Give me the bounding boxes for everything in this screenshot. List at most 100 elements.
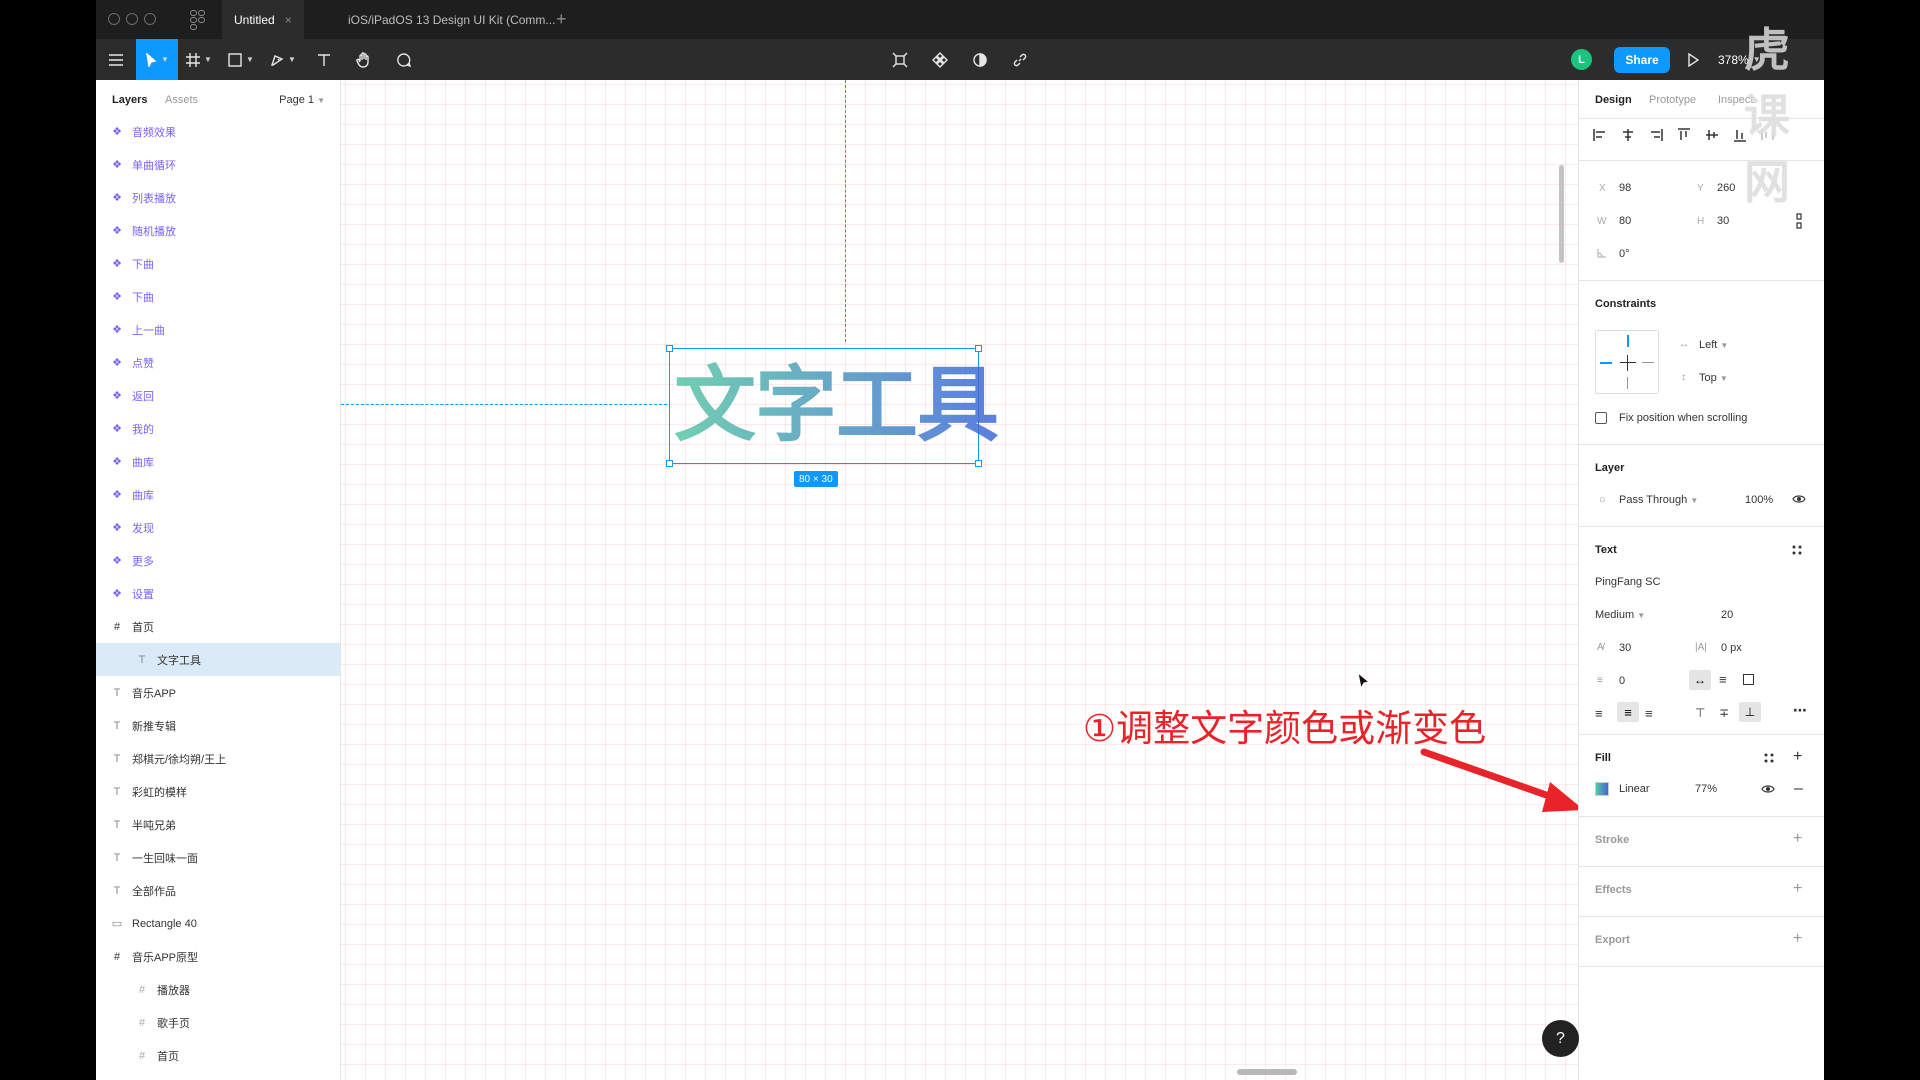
new-tab-icon[interactable]: +: [556, 9, 567, 30]
vertical-constraint-select[interactable]: Top ▼: [1699, 372, 1728, 384]
align-center-horizontal-icon[interactable]: [1621, 128, 1635, 142]
layer-row[interactable]: T 新推专辑: [96, 709, 340, 742]
shape-tool-icon[interactable]: ▼: [220, 39, 262, 80]
link-icon[interactable]: [1000, 39, 1040, 80]
layer-row[interactable]: ▭ Rectangle 40: [96, 907, 340, 940]
resize-handle-bottom-right[interactable]: [975, 460, 982, 467]
fill-type-select[interactable]: Linear: [1619, 783, 1650, 795]
layer-row[interactable]: ❖ 随机播放: [96, 214, 340, 247]
letter-spacing-input[interactable]: 0 px: [1721, 642, 1742, 654]
layer-row[interactable]: # 音乐APP原型: [96, 940, 340, 973]
add-stroke-icon[interactable]: +: [1793, 830, 1802, 848]
layer-row[interactable]: ❖ 发现: [96, 511, 340, 544]
layer-row[interactable]: T 郑棋元/徐均朔/王上: [96, 742, 340, 775]
layer-opacity-input[interactable]: 100%: [1745, 494, 1773, 506]
layer-row[interactable]: # 首页: [96, 1039, 340, 1072]
y-input[interactable]: 260: [1717, 182, 1735, 194]
close-window-button[interactable]: [108, 13, 120, 25]
hand-tool-icon[interactable]: [344, 39, 384, 80]
vertical-align-bottom-icon[interactable]: ⊥: [1739, 702, 1761, 722]
layer-row[interactable]: T 文字工具: [96, 643, 340, 676]
vertical-align-middle-icon[interactable]: ∓: [1719, 706, 1729, 720]
component-icon[interactable]: [920, 39, 960, 80]
fill-visibility-eye-icon[interactable]: [1761, 784, 1775, 794]
resize-handle-bottom-left[interactable]: [666, 460, 673, 467]
canvas[interactable]: 文字工具 80 × 30 ①调整文字颜色或渐变色: [341, 80, 1578, 1080]
layer-row[interactable]: ❖ 我的: [96, 412, 340, 445]
paragraph-spacing-input[interactable]: 0: [1619, 675, 1625, 687]
tab-ios-kit[interactable]: iOS/iPadOS 13 Design UI Kit (Comm...: [336, 0, 567, 39]
layer-row[interactable]: T 音乐APP: [96, 676, 340, 709]
blend-mode-select[interactable]: Pass Through ▼: [1619, 494, 1698, 506]
layer-row[interactable]: ❖ 曲库: [96, 478, 340, 511]
layer-row[interactable]: ❖ 音频效果: [96, 115, 340, 148]
remove-fill-icon[interactable]: –: [1794, 780, 1803, 798]
resize-handle-top-right[interactable]: [975, 345, 982, 352]
visibility-eye-icon[interactable]: [1792, 494, 1806, 504]
layer-row[interactable]: ❖ 上一曲: [96, 313, 340, 346]
pen-tool-icon[interactable]: ▼: [262, 39, 304, 80]
font-family-select[interactable]: PingFang SC: [1595, 576, 1660, 588]
text-align-left-icon[interactable]: ≡: [1595, 706, 1603, 721]
rotation-input[interactable]: 0°: [1619, 248, 1630, 260]
layer-row[interactable]: # 播放器: [96, 973, 340, 1006]
layer-row[interactable]: ❖ 更多: [96, 544, 340, 577]
layer-row[interactable]: ❖ 单曲循环: [96, 148, 340, 181]
fix-position-checkbox[interactable]: [1595, 412, 1607, 424]
align-top-icon[interactable]: [1677, 128, 1691, 142]
layer-row[interactable]: ❖ 下曲: [96, 247, 340, 280]
close-tab-icon[interactable]: ×: [285, 13, 292, 27]
horizontal-constraint-select[interactable]: Left ▼: [1699, 339, 1728, 351]
move-tool-icon[interactable]: ▼: [136, 39, 178, 80]
text-align-right-icon[interactable]: ≡: [1645, 706, 1653, 721]
align-left-icon[interactable]: [1593, 128, 1607, 142]
layer-row[interactable]: T设置: [96, 1072, 340, 1080]
font-weight-select[interactable]: Medium ▼: [1595, 609, 1645, 621]
layer-row[interactable]: ❖ 列表播放: [96, 181, 340, 214]
font-size-input[interactable]: 20: [1721, 609, 1733, 621]
layer-row[interactable]: ❖ 曲库: [96, 445, 340, 478]
fill-swatch[interactable]: [1595, 782, 1609, 796]
tab-untitled[interactable]: Untitled ×: [222, 0, 304, 39]
line-height-input[interactable]: 30: [1619, 642, 1631, 654]
fill-styles-icon[interactable]: [1763, 752, 1775, 764]
figma-logo-icon[interactable]: [190, 10, 205, 30]
tab-assets[interactable]: Assets: [165, 94, 198, 106]
present-icon[interactable]: [1678, 39, 1708, 80]
constrain-proportions-icon[interactable]: [1794, 213, 1804, 229]
layer-row[interactable]: T 一生回味一面: [96, 841, 340, 874]
canvas-text[interactable]: 文字工具: [674, 351, 999, 461]
mask-icon[interactable]: [960, 39, 1000, 80]
vertical-scrollbar[interactable]: [1559, 165, 1564, 263]
layer-row[interactable]: ❖ 点赞: [96, 346, 340, 379]
auto-height-icon[interactable]: ≡: [1719, 672, 1727, 687]
zoom-window-button[interactable]: [144, 13, 156, 25]
selected-text-layer[interactable]: 文字工具: [666, 345, 999, 467]
text-styles-icon[interactable]: [1791, 544, 1803, 556]
tab-prototype[interactable]: Prototype: [1649, 94, 1696, 106]
width-input[interactable]: 80: [1619, 215, 1631, 227]
x-input[interactable]: 98: [1619, 182, 1631, 194]
text-align-center-icon[interactable]: ≡: [1617, 702, 1639, 722]
page-selector[interactable]: Page 1 ▼: [279, 94, 325, 106]
height-input[interactable]: 30: [1717, 215, 1729, 227]
layer-row[interactable]: # 首页: [96, 610, 340, 643]
resize-handle-top-left[interactable]: [666, 345, 673, 352]
crop-icon[interactable]: [880, 39, 920, 80]
help-button[interactable]: ?: [1542, 1020, 1579, 1057]
tab-design[interactable]: Design: [1595, 94, 1632, 106]
horizontal-scrollbar[interactable]: [1237, 1069, 1297, 1075]
layer-row[interactable]: # 歌手页: [96, 1006, 340, 1039]
layer-row[interactable]: T 全部作品: [96, 874, 340, 907]
add-fill-icon[interactable]: +: [1793, 748, 1802, 766]
share-button[interactable]: Share: [1614, 47, 1670, 73]
frame-tool-icon[interactable]: ▼: [178, 39, 220, 80]
constraints-widget[interactable]: [1595, 330, 1659, 394]
layer-row[interactable]: ❖ 设置: [96, 577, 340, 610]
fill-opacity-input[interactable]: 77%: [1695, 783, 1717, 795]
comment-tool-icon[interactable]: [384, 39, 424, 80]
align-center-vertical-icon[interactable]: [1705, 128, 1719, 142]
text-tool-icon[interactable]: [304, 39, 344, 80]
user-avatar[interactable]: L: [1571, 49, 1592, 70]
layer-row[interactable]: T 半吨兄弟: [96, 808, 340, 841]
